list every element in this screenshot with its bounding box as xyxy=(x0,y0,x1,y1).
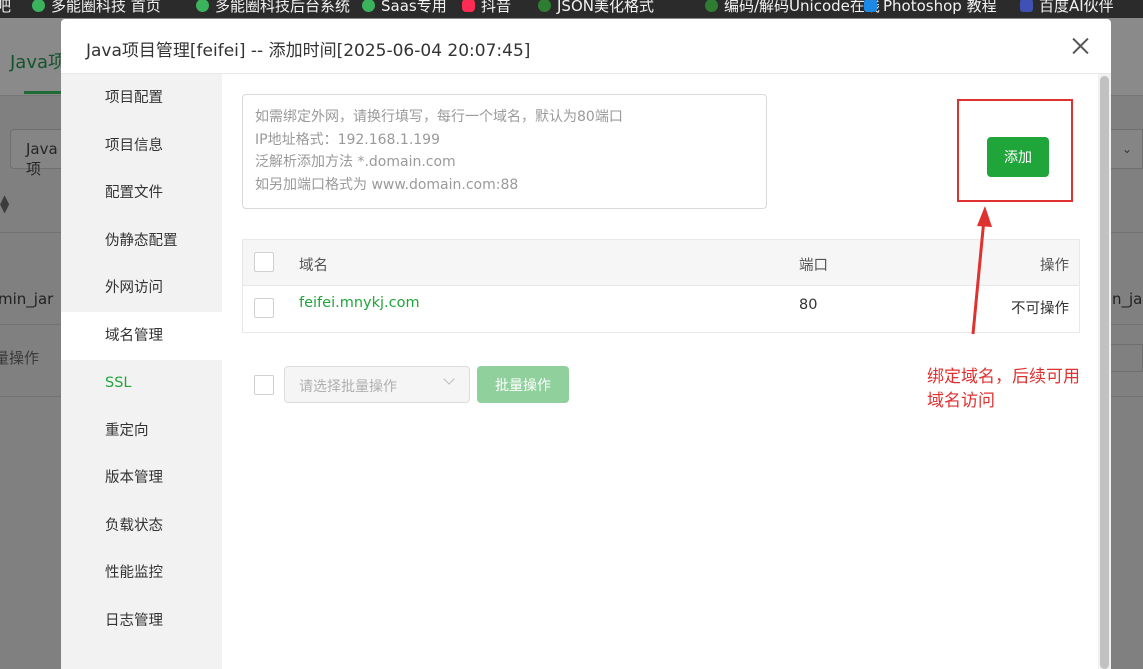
bookmark-icon xyxy=(1020,0,1033,12)
bookmark-icon xyxy=(538,0,551,12)
bookmark-icon xyxy=(705,0,718,12)
bookmark-item[interactable]: 编码/解码Unicode在线 xyxy=(705,0,880,16)
bookmark-item[interactable]: Photoshop 教程 xyxy=(864,0,997,16)
sidebar-item-label: 项目信息 xyxy=(105,137,163,154)
bookmark-icon xyxy=(32,0,45,12)
domain-table: 域名 端口 操作 feifei.mnykj.com 80 不可操作 xyxy=(242,239,1080,333)
placeholder-line: 如需绑定外网，请换行填写，每行一个域名，默认为80端口 xyxy=(255,109,623,125)
bookmark-icon xyxy=(362,0,375,12)
background-row-text: n_jar xyxy=(1112,290,1143,308)
column-header-action: 操作 xyxy=(1040,258,1069,274)
port-value: 80 xyxy=(799,297,818,313)
bookmark-item[interactable]: JSON美化格式 xyxy=(538,0,654,16)
modal-header: Java项目管理[feifei] -- 添加时间[2025-06-04 20:0… xyxy=(61,19,1111,74)
background-tab-underline xyxy=(24,91,64,94)
background-batch-text: 量操作 xyxy=(0,349,40,367)
sidebar-item-label: 重定向 xyxy=(105,422,149,439)
bookmark-item[interactable]: Saas专用 xyxy=(362,0,447,16)
background-tab: Java项 xyxy=(10,52,67,73)
sidebar-item-label: 伪静态配置 xyxy=(105,232,178,249)
sidebar-item-version[interactable]: 版本管理 xyxy=(61,454,222,502)
batch-select-placeholder: 请选择批量操作 xyxy=(299,379,397,395)
sidebar-item-label: SSL xyxy=(105,375,132,391)
chevron-down-icon: ⌄ xyxy=(1122,142,1133,156)
bookmark-item[interactable]: 百度AI伙伴 xyxy=(1020,0,1114,16)
chevron-down-icon xyxy=(443,373,455,385)
bookmark-item[interactable]: 吧 xyxy=(0,0,11,16)
batch-checkbox[interactable] xyxy=(254,375,274,395)
action-value: 不可操作 xyxy=(1011,301,1069,317)
sidebar-item-label: 日志管理 xyxy=(105,612,163,629)
domain-textarea[interactable]: 如需绑定外网，请换行填写，每行一个域名，默认为80端口 IP地址格式：192.1… xyxy=(242,94,767,209)
modal-sidebar: 项目配置 项目信息 配置文件 伪静态配置 外网访问 域名管理 SSL 重定向 版… xyxy=(61,74,222,669)
sidebar-item-ssl[interactable]: SSL xyxy=(61,359,222,407)
close-icon[interactable] xyxy=(1065,31,1095,61)
sidebar-item-performance[interactable]: 性能监控 xyxy=(61,549,222,597)
sidebar-item-label: 外网访问 xyxy=(105,280,163,296)
sidebar-item-label: 配置文件 xyxy=(105,185,163,201)
sidebar-item-label: 版本管理 xyxy=(105,470,163,486)
background-select: Java项 xyxy=(10,129,68,178)
annotation-text-line: 绑定域名，后续可用 xyxy=(927,367,1080,387)
sidebar-item-label: 负载状态 xyxy=(105,517,163,534)
placeholder-line: 泛解析添加方法 *.domain.com xyxy=(255,154,456,170)
column-header-domain: 域名 xyxy=(299,258,328,274)
select-all-checkbox[interactable] xyxy=(254,252,274,272)
bookmark-item[interactable]: 抖音 xyxy=(462,0,511,16)
placeholder-line: IP地址格式：192.168.1.199 xyxy=(255,131,440,148)
table-row: feifei.mnykj.com 80 不可操作 xyxy=(243,286,1079,332)
domain-link[interactable]: feifei.mnykj.com xyxy=(299,295,420,311)
table-header: 域名 端口 操作 xyxy=(243,240,1079,286)
sidebar-item-logs[interactable]: 日志管理 xyxy=(61,597,222,645)
project-modal: Java项目管理[feifei] -- 添加时间[2025-06-04 20:0… xyxy=(61,19,1111,669)
sidebar-item-project-info[interactable]: 项目信息 xyxy=(61,122,222,170)
sidebar-item-redirect[interactable]: 重定向 xyxy=(61,407,222,455)
bookmark-icon xyxy=(196,0,209,12)
annotation-text-line: 域名访问 xyxy=(927,391,995,411)
sidebar-item-rewrite[interactable]: 伪静态配置 xyxy=(61,217,222,265)
sidebar-item-label: 性能监控 xyxy=(105,565,163,581)
sidebar-item-label: 项目配置 xyxy=(105,90,163,106)
sidebar-item-label: 域名管理 xyxy=(105,327,163,344)
bookmark-item[interactable]: 多能圈科技后台系统 xyxy=(196,0,350,16)
placeholder-line: 如另加端口格式为 www.domain.com:88 xyxy=(255,176,519,193)
annotation-text: 绑定域名，后续可用 域名访问 xyxy=(927,365,1127,413)
sort-icon: ▲ ▼ xyxy=(0,192,10,215)
bookmark-icon xyxy=(864,0,877,12)
background-row-text: min_jar xyxy=(0,290,54,308)
sidebar-item-external-access[interactable]: 外网访问 xyxy=(61,264,222,312)
bookmark-icon xyxy=(462,0,475,12)
batch-action-button[interactable]: 批量操作 xyxy=(477,366,569,403)
sidebar-item-load-status[interactable]: 负载状态 xyxy=(61,502,222,550)
modal-title: Java项目管理[feifei] -- 添加时间[2025-06-04 20:0… xyxy=(86,41,531,61)
annotation-highlight-box xyxy=(957,99,1073,202)
bookmark-item[interactable]: 多能圈科技 首页 xyxy=(32,0,161,16)
column-header-port: 端口 xyxy=(799,258,828,274)
sidebar-item-domain-management[interactable]: 域名管理 xyxy=(61,311,222,360)
sidebar-item-project-config[interactable]: 项目配置 xyxy=(61,74,222,122)
batch-action-select[interactable]: 请选择批量操作 xyxy=(284,366,470,403)
bookmarks-bar: 吧 多能圈科技 首页 多能圈科技后台系统 Saas专用 抖音 JSON美化格式 … xyxy=(0,0,1143,18)
row-checkbox[interactable] xyxy=(254,298,274,318)
sidebar-item-config-file[interactable]: 配置文件 xyxy=(61,169,222,217)
